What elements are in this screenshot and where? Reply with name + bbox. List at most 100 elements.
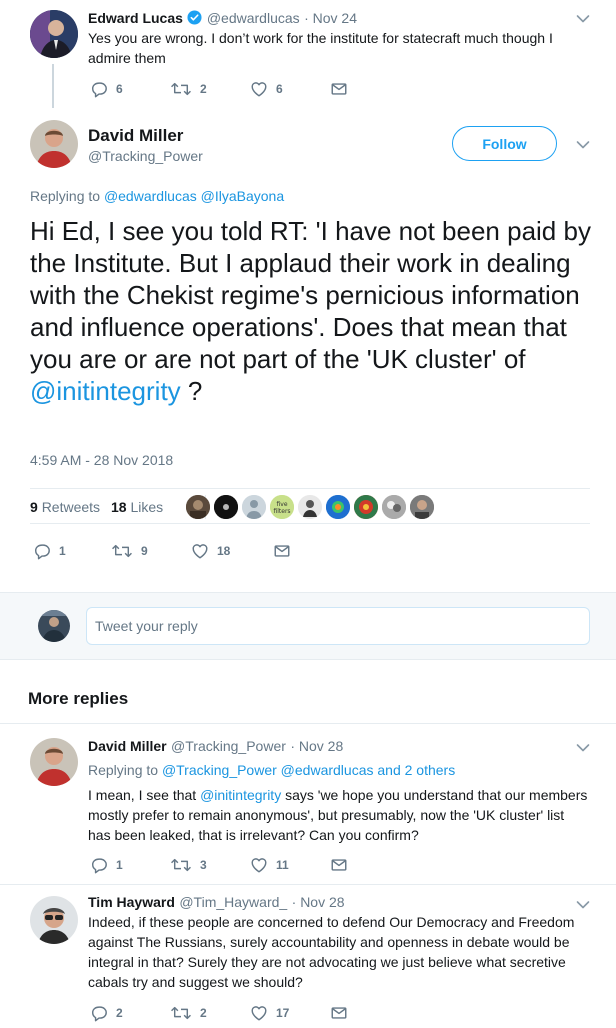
like-button[interactable]: 6 [250,80,283,98]
tweet-actions: 1 3 11 [90,856,360,876]
like-count: 6 [276,82,283,96]
avatar[interactable] [30,738,78,786]
direct-message-button[interactable] [330,1004,348,1022]
retweet-button[interactable]: 2 [170,1004,207,1022]
liker-avatar[interactable] [354,495,378,519]
thread-connector-line [52,64,54,108]
mention-link[interactable]: @initintegrity [200,787,281,803]
more-replies-heading: More replies [28,689,129,708]
others-link[interactable]: and 2 others [377,762,455,778]
direct-message-button[interactable] [273,542,291,560]
like-count: 11 [276,858,289,872]
reply-icon [33,542,51,560]
chevron-down-icon[interactable] [576,900,590,910]
author-name[interactable]: David Miller [88,738,167,754]
tweet-text-end: ? [180,376,203,406]
author-handle[interactable]: @Tracking_Power [171,738,286,754]
direct-message-button[interactable] [330,856,348,874]
reply-icon [90,80,108,98]
retweet-count: 3 [200,858,207,872]
retweet-icon [111,542,133,560]
reply-button[interactable]: 1 [90,856,123,874]
tweet-date[interactable]: · Nov 28 [290,738,343,754]
liker-avatar[interactable] [242,495,266,519]
heart-icon [191,542,209,560]
tweet-text: Hi Ed, I see you told RT: 'I have not be… [30,215,600,407]
like-button[interactable]: 17 [250,1004,289,1022]
retweet-button[interactable]: 3 [170,856,207,874]
retweets-stat-count: 9 [30,499,38,515]
reply-input[interactable]: Tweet your reply [86,607,590,645]
chevron-down-icon[interactable] [576,14,590,24]
liker-avatar[interactable] [214,495,238,519]
like-button[interactable]: 18 [191,542,230,560]
direct-message-button[interactable] [330,80,348,98]
mention-link[interactable]: @IlyaBayona [201,188,284,204]
replying-to: Replying to @Tracking_Power @edwardlucas… [88,762,455,778]
liker-avatar-image [382,495,406,519]
like-count: 17 [276,1006,290,1020]
liker-avatar[interactable] [326,495,350,519]
retweet-icon [170,80,192,98]
chevron-down-icon[interactable] [576,140,590,150]
follow-button[interactable]: Follow [452,126,557,161]
avatar-image [38,610,70,642]
liker-avatar[interactable]: five filters [270,495,294,519]
avatar[interactable] [30,896,78,944]
mention-link[interactable]: @edwardlucas [281,762,374,778]
retweet-count: 9 [141,544,148,558]
author-handle[interactable]: @Tracking_Power [88,148,203,164]
envelope-icon [273,542,291,560]
retweet-count: 2 [200,82,207,96]
tweet-timestamp[interactable]: 4:59 AM - 28 Nov 2018 [30,452,173,468]
retweet-button[interactable]: 2 [170,80,207,98]
liker-avatar[interactable] [298,495,322,519]
retweet-button[interactable]: 9 [111,542,148,560]
reply-button[interactable]: 6 [90,80,123,98]
section-divider [0,723,616,724]
likes-stat-label: Likes [130,499,164,515]
reply-count: 6 [116,82,123,96]
author-name[interactable]: David Miller [88,126,183,146]
avatar[interactable] [30,120,78,168]
mention-link[interactable]: @Tracking_Power [162,762,277,778]
liker-avatar-image [354,495,378,519]
liker-avatar-image [214,495,238,519]
mention-link[interactable]: @edwardlucas [104,188,197,204]
retweet-icon [170,1004,192,1022]
tweet-date[interactable]: · Nov 28 [292,894,345,910]
author-handle[interactable]: @Tim_Hayward_ [179,894,287,910]
tweet-header: Edward Lucas @edwardlucas · Nov 24 [88,10,357,30]
avatar-image [30,10,78,58]
likes-stat[interactable]: 18 Likes [111,499,163,515]
current-user-avatar[interactable] [38,610,70,642]
tweet-actions: 2 2 17 [90,1004,360,1024]
reply-count: 1 [116,858,123,872]
liker-avatar-image [298,495,322,519]
heart-icon [250,80,268,98]
author-name[interactable]: Edward Lucas [88,10,183,26]
tweet-divider [0,884,616,885]
chevron-down-icon[interactable] [576,743,590,753]
author-handle[interactable]: @edwardlucas [207,10,300,26]
reply-button[interactable]: 1 [33,542,66,560]
tweet-text: Yes you are wrong. I don’t work for the … [88,30,553,66]
author-name[interactable]: Tim Hayward [88,894,175,910]
default-avatar-icon [242,495,266,519]
like-button[interactable]: 11 [250,856,289,874]
svg-text:five: five [276,501,287,508]
reply-count: 2 [116,1006,123,1020]
retweet-icon [170,856,192,874]
liker-avatar[interactable] [382,495,406,519]
mention-link[interactable]: @initintegrity [30,376,181,406]
tweet-header: Tim Hayward @Tim_Hayward_ · Nov 28 [88,894,345,912]
liker-avatar[interactable] [410,495,434,519]
reply-button[interactable]: 2 [90,1004,123,1022]
avatar[interactable] [30,10,78,58]
liker-avatar[interactable] [186,495,210,519]
heart-icon [250,1004,268,1022]
tweet-date[interactable]: · Nov 24 [304,10,357,26]
liker-avatar-image [410,495,434,519]
retweets-stat[interactable]: 9 Retweets [30,499,100,515]
envelope-icon [330,856,348,874]
